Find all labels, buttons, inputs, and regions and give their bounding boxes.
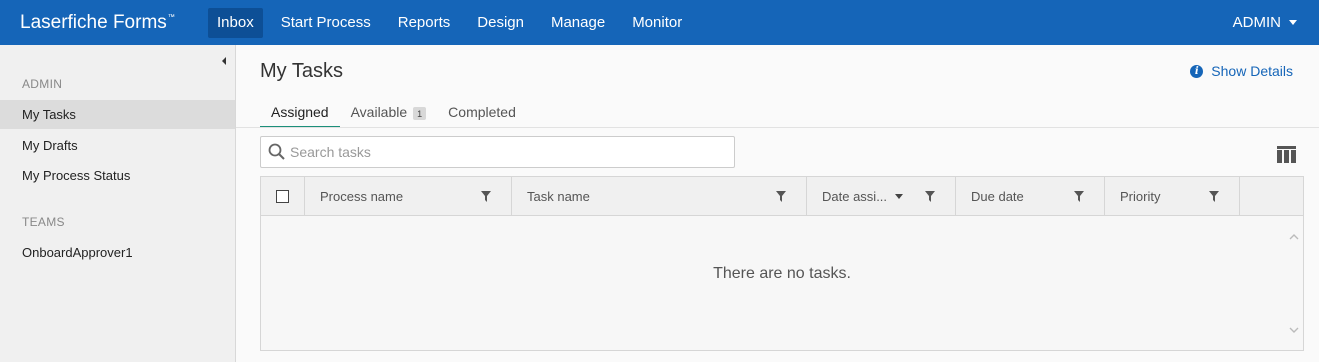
- table-header: Process name Task name Date assi... Due …: [261, 177, 1303, 216]
- column-label: Due date: [971, 189, 1024, 204]
- show-details-link[interactable]: i Show Details: [1190, 63, 1293, 79]
- sidebar-item-my-process-status[interactable]: My Process Status: [0, 161, 235, 190]
- search-icon: [267, 142, 287, 162]
- collapse-icon[interactable]: [222, 57, 226, 65]
- filter-icon[interactable]: [1074, 191, 1084, 202]
- trademark: ™: [167, 13, 175, 21]
- nav-monitor[interactable]: Monitor: [623, 8, 691, 38]
- app-logo[interactable]: Laserfiche Forms ™: [20, 12, 208, 34]
- column-process-name[interactable]: Process name: [305, 177, 512, 216]
- tasks-table: Process name Task name Date assi... Due …: [260, 176, 1304, 351]
- select-all-checkbox[interactable]: [276, 190, 289, 203]
- column-label: Priority: [1120, 189, 1161, 204]
- scroll-down-icon[interactable]: [1289, 325, 1299, 335]
- column-label: Task name: [527, 189, 590, 204]
- nav-design[interactable]: Design: [468, 8, 533, 38]
- search-input[interactable]: [290, 144, 710, 160]
- empty-message: There are no tasks.: [713, 265, 851, 282]
- tab-available-label: Available: [350, 104, 408, 120]
- available-count-badge: 1: [413, 107, 427, 120]
- filter-icon[interactable]: [776, 191, 786, 202]
- sort-desc-icon: [895, 194, 904, 199]
- sidebar-section-user: ADMIN: [22, 77, 63, 91]
- tab-completed[interactable]: Completed: [437, 100, 527, 128]
- nav-inbox[interactable]: Inbox: [208, 7, 263, 38]
- sidebar-item-my-tasks[interactable]: My Tasks: [0, 100, 235, 129]
- filter-icon[interactable]: [1209, 191, 1219, 202]
- user-name: ADMIN: [1232, 14, 1281, 31]
- column-label: Date assi...: [822, 189, 888, 204]
- sidebar-section-teams: TEAMS: [22, 215, 65, 229]
- sidebar-item-team[interactable]: OnboardApprover1: [0, 238, 235, 267]
- top-navbar: Laserfiche Forms ™ Inbox Start Process Re…: [0, 0, 1319, 45]
- brand-name: Laserfiche Forms: [20, 11, 167, 33]
- column-task-name[interactable]: Task name: [512, 177, 807, 216]
- sidebar-item-my-drafts[interactable]: My Drafts: [0, 131, 235, 160]
- scroll-up-icon[interactable]: [1289, 232, 1299, 242]
- column-due-date[interactable]: Due date: [956, 177, 1105, 216]
- tab-available[interactable]: Available 1: [340, 100, 438, 128]
- column-label: Process name: [320, 189, 404, 204]
- tabs-divider: [236, 127, 1319, 128]
- search-box: [260, 136, 735, 168]
- filter-icon[interactable]: [925, 191, 935, 202]
- nav-reports[interactable]: Reports: [389, 8, 460, 38]
- page-title: My Tasks: [260, 60, 343, 82]
- sidebar: ADMIN My Tasks My Drafts My Process Stat…: [0, 45, 236, 362]
- main-nav: Inbox Start Process Reports Design Manag…: [208, 0, 700, 45]
- nav-manage[interactable]: Manage: [542, 8, 614, 38]
- show-details-label: Show Details: [1211, 63, 1293, 79]
- tab-assigned[interactable]: Assigned: [260, 100, 340, 128]
- column-priority[interactable]: Priority: [1105, 177, 1240, 216]
- tab-assigned-label: Assigned: [271, 104, 329, 120]
- filter-icon[interactable]: [481, 191, 491, 202]
- info-icon: i: [1190, 64, 1204, 78]
- select-all-header: [261, 177, 305, 216]
- tab-bar: Assigned Available 1 Completed: [260, 100, 527, 128]
- nav-start-process[interactable]: Start Process: [272, 8, 380, 38]
- column-date-assigned[interactable]: Date assi...: [807, 177, 956, 216]
- user-menu[interactable]: ADMIN: [1233, 0, 1297, 45]
- tab-completed-label: Completed: [448, 104, 516, 120]
- columns-icon[interactable]: [1277, 146, 1296, 163]
- caret-down-icon: [1289, 20, 1297, 25]
